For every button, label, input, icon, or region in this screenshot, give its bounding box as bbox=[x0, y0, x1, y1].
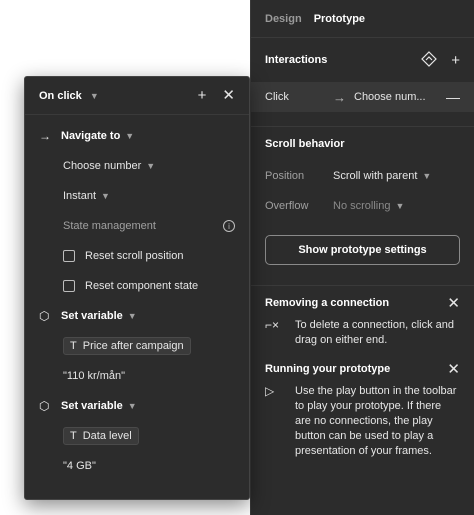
reset-scroll-row[interactable]: Reset scroll position bbox=[25, 241, 249, 271]
trigger-select[interactable]: On click ▼ bbox=[39, 90, 99, 102]
interactions-title: Interactions bbox=[265, 54, 328, 66]
tab-prototype[interactable]: Prototype bbox=[314, 13, 365, 25]
variable-value-row[interactable]: "110 kr/mån" bbox=[25, 361, 249, 391]
variable-chip[interactable]: T Price after campaign bbox=[63, 337, 191, 355]
variable-name: Price after campaign bbox=[82, 340, 184, 352]
set-variable-label: Set variable bbox=[61, 310, 123, 322]
variable-icon: ⬡ bbox=[39, 399, 50, 413]
close-icon[interactable]: ✕ bbox=[222, 88, 235, 103]
action-row[interactable]: → Navigate to ▼ bbox=[25, 121, 249, 151]
show-prototype-settings-button[interactable]: Show prototype settings bbox=[265, 235, 460, 265]
chevron-down-icon: ▼ bbox=[101, 191, 110, 201]
close-icon[interactable]: ✕ bbox=[447, 296, 460, 311]
flow-starting-point-icon[interactable] bbox=[421, 50, 438, 70]
chevron-down-icon: ▼ bbox=[127, 401, 137, 411]
divider bbox=[251, 285, 474, 286]
arrow-right-icon: → bbox=[39, 129, 51, 143]
add-action-icon[interactable]: + bbox=[198, 88, 207, 103]
chevron-down-icon: ▼ bbox=[146, 161, 156, 171]
overflow-label: Overflow bbox=[265, 200, 309, 212]
state-management-label: State management bbox=[63, 220, 156, 232]
reset-component-checkbox[interactable] bbox=[63, 280, 75, 292]
overflow-row[interactable]: Overflow No scrolling ▼ bbox=[251, 191, 474, 221]
interaction-destination: Choose num... bbox=[354, 91, 426, 103]
set-variable-label: Set variable bbox=[61, 400, 123, 412]
variable-select[interactable]: T Data level bbox=[25, 421, 249, 451]
chevron-down-icon: ▼ bbox=[422, 171, 432, 181]
position-label: Position bbox=[265, 170, 305, 182]
chevron-down-icon: ▼ bbox=[89, 90, 99, 101]
help-text: To delete a connection, click and drag o… bbox=[295, 319, 454, 346]
position-row[interactable]: Position Scroll with parent ▼ bbox=[251, 161, 474, 191]
variable-icon: ⬡ bbox=[39, 309, 50, 323]
scroll-behavior-header: Scroll behavior bbox=[251, 127, 474, 161]
position-value[interactable]: Scroll with parent bbox=[333, 170, 417, 182]
variable-name: Data level bbox=[82, 430, 132, 442]
text-type-icon: T bbox=[70, 430, 77, 442]
reset-scroll-label: Reset scroll position bbox=[85, 250, 184, 262]
interaction-trigger: Click bbox=[265, 91, 289, 103]
popover-title: On click bbox=[39, 89, 82, 102]
chevron-down-icon: ▼ bbox=[127, 311, 137, 321]
prototype-panel: Design Prototype Interactions + Click → … bbox=[250, 0, 474, 515]
help-title: Removing a connection bbox=[265, 297, 390, 309]
destination-value: Choose number bbox=[63, 160, 142, 172]
variable-chip[interactable]: T Data level bbox=[63, 427, 139, 445]
chevron-down-icon: ▼ bbox=[395, 201, 405, 211]
remove-interaction-icon[interactable]: — bbox=[446, 89, 460, 105]
interactions-header: Interactions + bbox=[251, 38, 474, 82]
help-text: Use the play button in the toolbar to pl… bbox=[295, 385, 457, 457]
info-icon[interactable]: i bbox=[223, 220, 235, 232]
interaction-popover: On click ▼ + ✕ → Navigate to ▼ Choose nu… bbox=[24, 76, 250, 500]
reset-component-row[interactable]: Reset component state bbox=[25, 271, 249, 301]
animation-select[interactable]: Instant ▼ bbox=[25, 181, 249, 211]
variable-value[interactable]: "4 GB" bbox=[63, 460, 96, 472]
variable-value-row[interactable]: "4 GB" bbox=[25, 451, 249, 481]
scroll-behavior-title: Scroll behavior bbox=[265, 138, 345, 150]
text-type-icon: T bbox=[70, 340, 77, 352]
variable-value[interactable]: "110 kr/mån" bbox=[63, 370, 125, 382]
interaction-row[interactable]: Click → Choose num... — bbox=[251, 82, 474, 112]
reset-scroll-checkbox[interactable] bbox=[63, 250, 75, 262]
animation-value: Instant bbox=[63, 190, 97, 202]
disconnect-icon: ⌐× bbox=[265, 318, 280, 332]
set-variable-row[interactable]: ⬡ Set variable ▼ bbox=[25, 391, 249, 421]
panel-tabs: Design Prototype bbox=[251, 0, 474, 38]
set-variable-row[interactable]: ⬡ Set variable ▼ bbox=[25, 301, 249, 331]
close-icon[interactable]: ✕ bbox=[447, 362, 460, 377]
tab-design[interactable]: Design bbox=[265, 13, 302, 25]
reset-component-label: Reset component state bbox=[85, 280, 199, 292]
help-title: Running your prototype bbox=[265, 363, 391, 375]
add-interaction-icon[interactable]: + bbox=[451, 53, 460, 68]
chevron-down-icon: ▼ bbox=[125, 131, 135, 141]
state-management-row: State management i bbox=[25, 211, 249, 241]
action-label: Navigate to bbox=[61, 130, 121, 142]
variable-select[interactable]: T Price after campaign bbox=[25, 331, 249, 361]
overflow-value[interactable]: No scrolling bbox=[333, 200, 390, 212]
help-removing-connection: Removing a connection ✕ ⌐× To delete a c… bbox=[251, 288, 474, 348]
help-running-prototype: Running your prototype ✕ ▷ Use the play … bbox=[251, 354, 474, 459]
arrow-right-icon: → bbox=[333, 89, 346, 105]
destination-select[interactable]: Choose number ▼ bbox=[25, 151, 249, 181]
popover-header: On click ▼ + ✕ bbox=[25, 77, 249, 115]
play-icon: ▷ bbox=[265, 384, 275, 398]
